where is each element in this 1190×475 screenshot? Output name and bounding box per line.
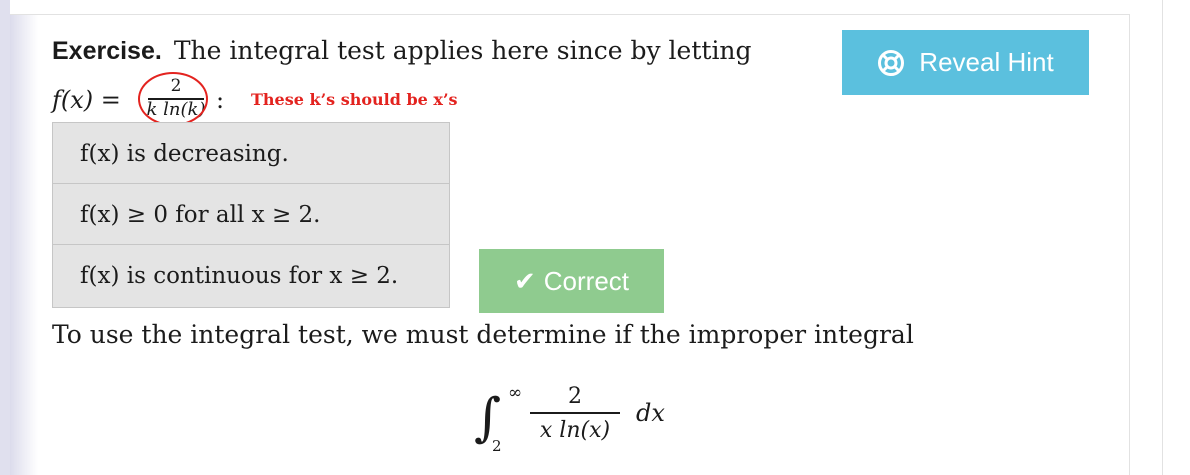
scrollbar-track[interactable]: [1162, 0, 1190, 475]
integrand-denominator: x ln(x): [539, 417, 611, 443]
improper-integral: ∫ ∞ 2 2 x ln(x) dx: [474, 383, 694, 463]
checkmark-icon: ✔: [513, 265, 536, 296]
reveal-hint-button[interactable]: Reveal Hint: [842, 30, 1089, 95]
condition-row-continuous: f(x) is continuous for x ≥ 2.: [52, 244, 450, 308]
function-colon: :: [216, 86, 225, 114]
lifebuoy-icon: [878, 49, 905, 76]
exercise-intro: Exercise. The integral test applies here …: [52, 34, 752, 68]
integral-upper-limit: ∞: [508, 383, 523, 403]
integrand-bar: [530, 412, 620, 414]
integral-lower-limit: 2: [492, 437, 502, 455]
annotation-note: These k’s should be x’s: [251, 90, 458, 109]
condition-row-nonnegative: f(x) ≥ 0 for all x ≥ 2.: [52, 183, 450, 245]
integral-differential: dx: [636, 399, 665, 427]
integrand-numerator: 2: [568, 384, 582, 409]
correct-button[interactable]: ✔ Correct: [479, 249, 664, 313]
condition-row-decreasing: f(x) is decreasing.: [52, 122, 450, 184]
function-lhs: f(x) =: [52, 86, 121, 114]
exercise-intro-text: The integral test applies here since by …: [173, 36, 752, 65]
reveal-hint-label: Reveal Hint: [919, 47, 1054, 77]
exercise-label: Exercise.: [52, 37, 162, 65]
correct-label: Correct: [543, 265, 630, 296]
annotation-circle: [138, 72, 208, 126]
left-rail: [0, 0, 10, 475]
integrand-fraction: 2 x ln(x): [530, 383, 620, 446]
condition-checklist: f(x) is decreasing. f(x) ≥ 0 for all x ≥…: [52, 122, 450, 308]
integral-text: To use the integral test, we must determ…: [52, 320, 914, 349]
